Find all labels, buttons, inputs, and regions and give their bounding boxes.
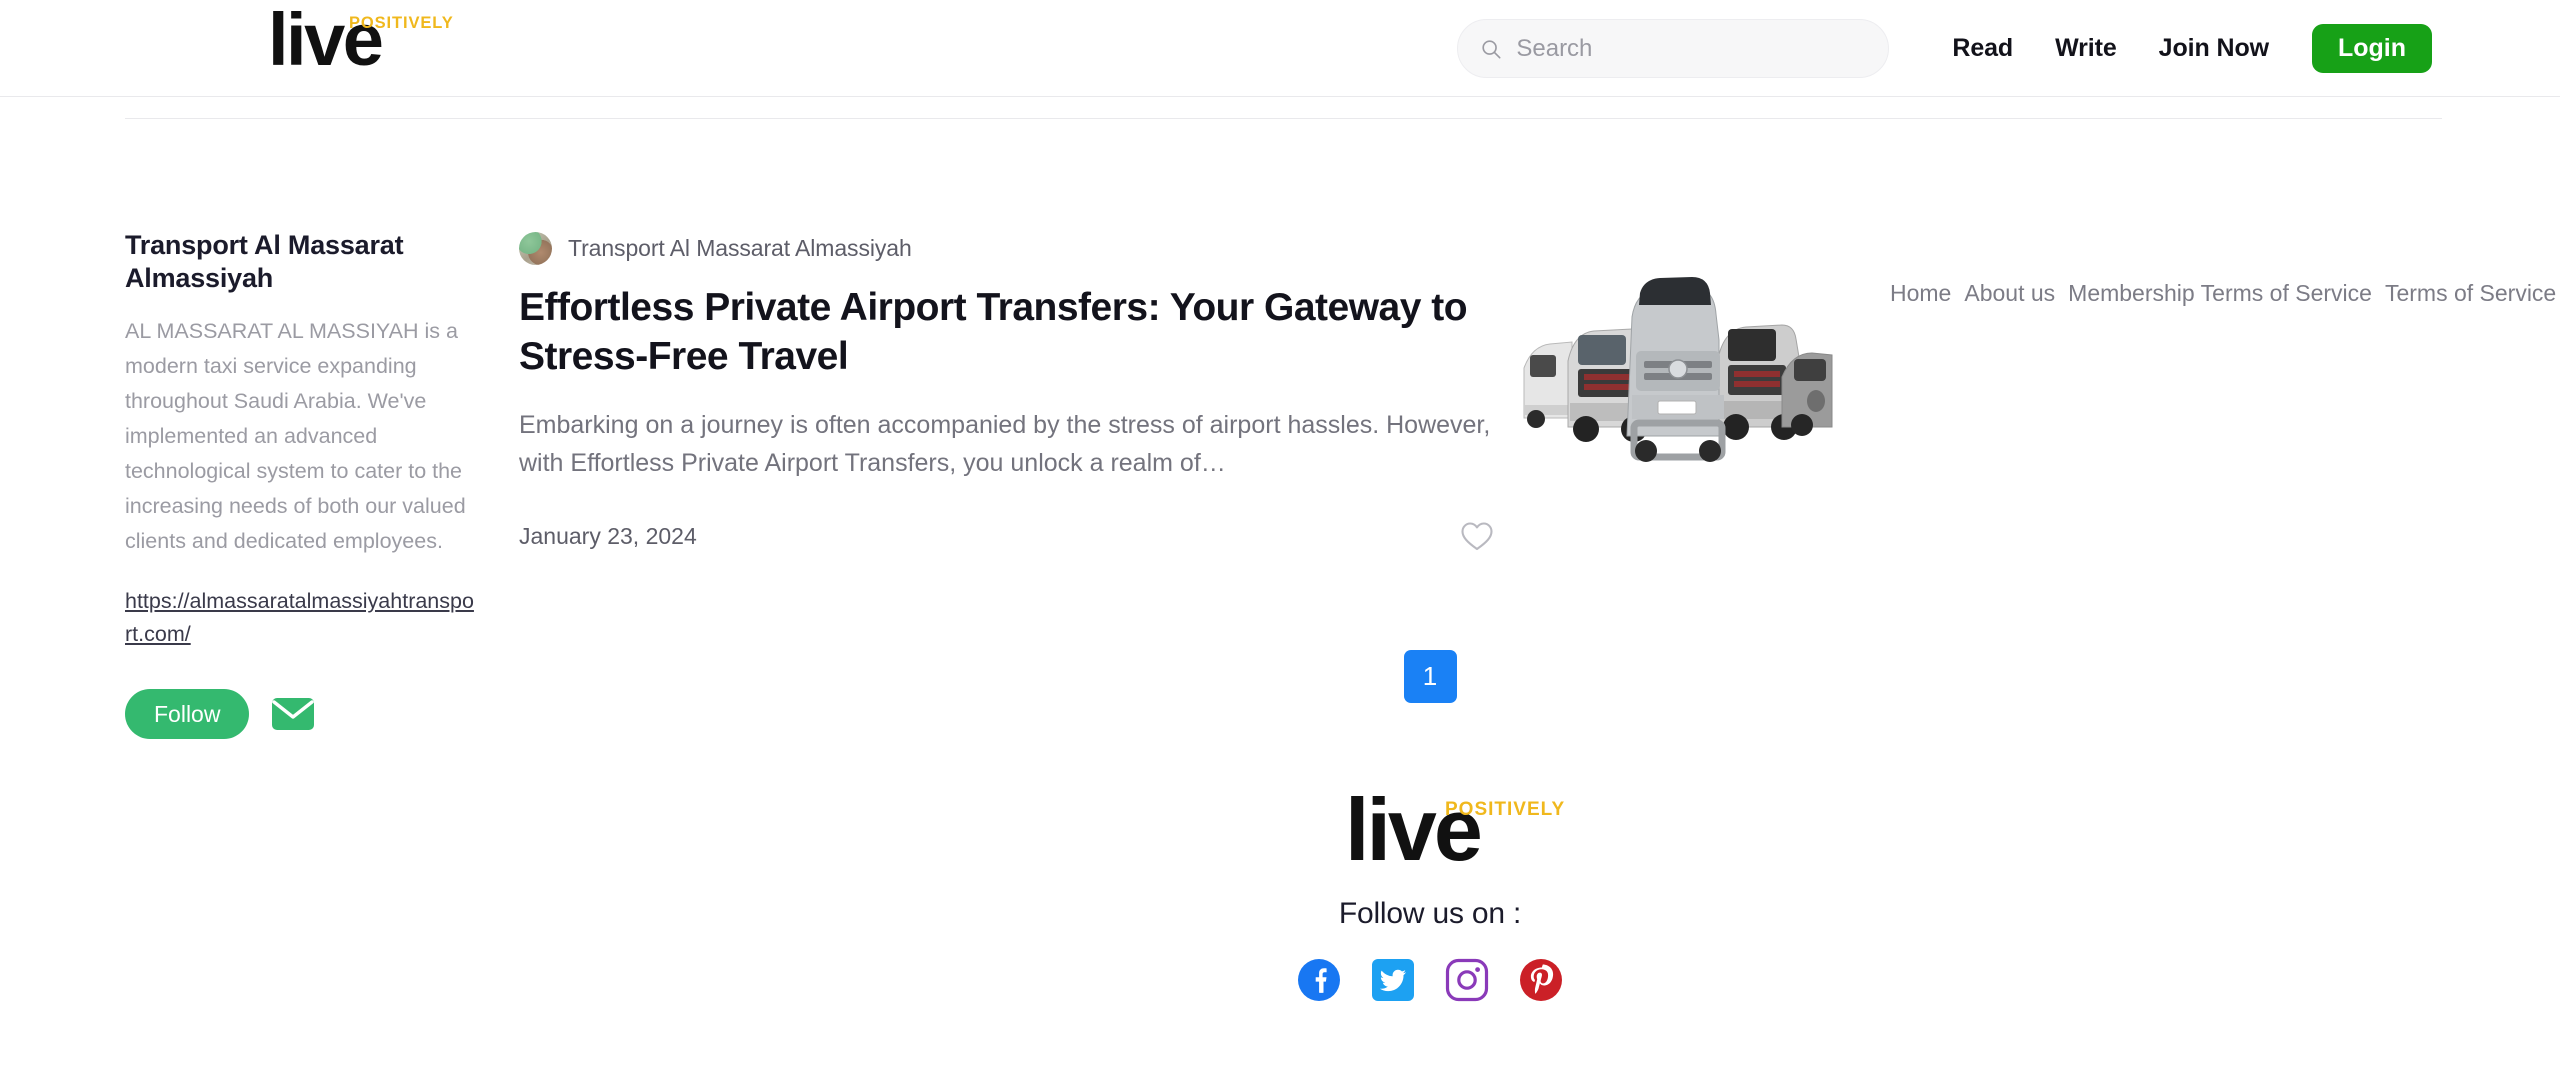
footer-logo-tagline: POSITIVELY — [1445, 799, 1566, 820]
nav-link-join-now[interactable]: Join Now — [2138, 34, 2290, 63]
social-links — [1297, 958, 1563, 1002]
search-input[interactable] — [1516, 20, 1867, 77]
author-name: Transport Al Massarat Almassiyah — [568, 235, 912, 261]
article-title[interactable]: Effortless Private Airport Transfers: Yo… — [519, 283, 1479, 381]
site-footer: live POSITIVELY Follow us on : — [0, 782, 2560, 1002]
heart-icon[interactable] — [1460, 520, 1494, 552]
avatar — [519, 232, 552, 265]
facebook-icon[interactable] — [1297, 958, 1341, 1002]
link-membership-terms-of-service[interactable]: Membership Terms of Service — [2068, 280, 2372, 306]
profile-website-link[interactable]: https://almassaratalmassiyahtransport.co… — [125, 585, 477, 651]
nav-link-write[interactable]: Write — [2034, 34, 2138, 63]
header-actions: Read Write Join Now Login — [1457, 0, 2432, 97]
follow-us-label: Follow us on : — [1338, 897, 1522, 930]
profile-name: Transport Al Massarat Almassiyah — [125, 230, 404, 293]
logo-wordmark: live — [268, 0, 384, 81]
link-home[interactable]: Home — [1890, 280, 1951, 306]
search-icon — [1482, 39, 1501, 59]
site-header: live POSITIVELY Read Write Join Now Logi… — [0, 0, 2560, 97]
content-divider — [125, 118, 2442, 119]
page-button-1[interactable]: 1 — [1403, 650, 1457, 703]
site-logo[interactable]: live POSITIVELY — [268, 0, 453, 80]
article-author[interactable]: Transport Al Massarat Almassiyah — [519, 232, 1919, 265]
pagination: 1 — [0, 650, 2560, 703]
link-terms-of-service[interactable]: Terms of Service — [2385, 280, 2556, 306]
search-box[interactable] — [1457, 19, 1890, 78]
article-meta: January 23, 2024 — [519, 520, 1494, 552]
article-excerpt: Embarking on a journey is often accompan… — [519, 411, 1491, 477]
logo-tagline: POSITIVELY — [349, 14, 454, 32]
nav-link-read[interactable]: Read — [1931, 34, 2034, 63]
twitter-icon[interactable] — [1371, 958, 1415, 1002]
footer-links-list: Home About us Membership Terms of Service T… — [1890, 269, 2556, 318]
link-about-us[interactable]: About us — [1964, 280, 2055, 306]
profile-bio: AL MASSARAT AL MASSIYAH is a modern taxi… — [125, 319, 466, 553]
article-thumbnail[interactable] — [1506, 273, 1846, 481]
login-button[interactable]: Login — [2311, 24, 2432, 73]
footer-links-sidebar: Home About us Membership Terms of Service T… — [1890, 269, 2556, 318]
pinterest-icon[interactable] — [1519, 958, 1563, 1002]
article-date: January 23, 2024 — [519, 522, 697, 549]
footer-logo[interactable]: live POSITIVELY — [1345, 782, 1564, 878]
instagram-icon[interactable] — [1445, 958, 1489, 1002]
footer-logo-wordmark: live — [1345, 780, 1483, 879]
